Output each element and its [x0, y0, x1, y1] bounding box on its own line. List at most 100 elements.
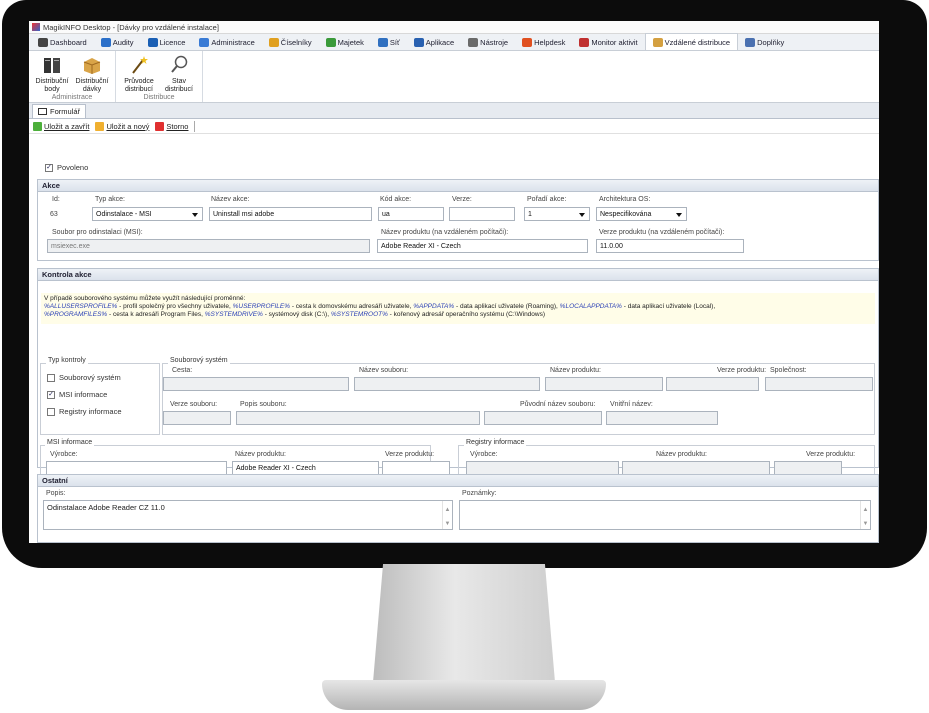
cancel-button[interactable]: Storno [155, 121, 189, 131]
tab-6[interactable]: Síť [371, 35, 407, 50]
check-registry-checkbox[interactable]: Registry informace [47, 407, 122, 416]
distribution-points-button[interactable]: Distribuční body [32, 53, 72, 94]
poznamky-scrollbar[interactable]: ▲ ▼ [860, 501, 870, 529]
check-filesystem-label: Souborový systém [59, 373, 121, 382]
checkbox-box: ✓ [47, 390, 55, 399]
msi-file-input[interactable]: msiexec.exe [47, 239, 370, 253]
section-akce-header: Akce [38, 180, 878, 192]
tab-label: Vzdálené distribuce [664, 37, 731, 47]
tab-9[interactable]: Helpdesk [515, 35, 572, 50]
action-type-select[interactable]: Odinstalace - MSI [92, 207, 203, 221]
tab-formular[interactable]: Formulář [32, 104, 87, 118]
note-line-1: V případě souborového systému můžete vyu… [44, 295, 246, 302]
cancel-label: Storno [166, 121, 189, 131]
version-input[interactable] [449, 207, 515, 221]
tab-8[interactable]: Nástroje [461, 35, 515, 50]
fs-product-label: Název produktu: [550, 367, 601, 374]
tab-7[interactable]: Aplikace [407, 35, 461, 50]
tab-11[interactable]: Vzdálené distribuce [644, 33, 739, 50]
poznamky-textarea[interactable]: ▲ ▼ [459, 500, 871, 530]
ribbon-group-label: Administrace [51, 94, 93, 101]
doc-tab-label: Formulář [50, 107, 81, 116]
check-msi-checkbox[interactable]: ✓ MSI informace [47, 390, 107, 399]
save-close-label: Uložit a zavřít [44, 121, 90, 131]
fs-prod-ver-label: Verze produktu: [717, 367, 767, 374]
distribution-batches-button[interactable]: Distribuční dávky [72, 53, 112, 94]
note-line-3: %PROGRAMFILES% - cesta k adresáři Progra… [44, 311, 872, 319]
app-logo-icon [32, 23, 40, 31]
form-icon [38, 108, 47, 115]
msi-product-input[interactable]: Adobe Reader XI - Czech [232, 461, 379, 475]
fs-file-ver-input[interactable] [163, 411, 231, 425]
document-tabs: Formulář [29, 103, 879, 119]
distribution-wizard-button[interactable]: Průvodce distribucí [119, 53, 159, 94]
fs-product-input[interactable] [545, 377, 663, 391]
note-text: - profil společný pro všechny uživatele, [117, 302, 233, 310]
msi-prod-ver-label: Verze produktu: [385, 451, 435, 458]
fs-prod-ver-input[interactable] [666, 377, 759, 391]
check-type-title: Typ kontroly [46, 357, 88, 364]
fs-file-input[interactable] [354, 377, 540, 391]
tab-2[interactable]: Licence [141, 35, 193, 50]
form-toolbar: Uložit a zavřít Uložit a nový Storno [29, 119, 879, 134]
window-title: MagikINFO Desktop - [Dávky pro vzdálené … [43, 22, 219, 32]
fs-internal-label: Vnitřní název: [610, 401, 653, 408]
note-var: %SYSTEMDRIVE% [204, 310, 263, 318]
reg-vendor-input[interactable] [466, 461, 619, 475]
check-filesystem-checkbox[interactable]: Souborový systém [47, 373, 121, 382]
reg-product-input[interactable] [622, 461, 770, 475]
fs-file-label: Název souboru: [359, 367, 409, 374]
type-label: Typ akce: [95, 196, 125, 203]
version-label: Verze: [452, 196, 472, 203]
msi-prod-ver-input[interactable] [382, 461, 450, 475]
tab-0[interactable]: Dashboard [31, 35, 94, 50]
note-text: - systémový disk (C:\), [262, 310, 331, 318]
product-name-label: Název produktu (na vzdáleném počítači): [381, 229, 509, 236]
distribution-status-label: Stav distribucí [164, 78, 193, 93]
tab-10[interactable]: Monitor aktivit [572, 35, 644, 50]
save-new-label: Uložit a nový [106, 121, 150, 131]
fs-desc-input[interactable] [236, 411, 480, 425]
action-code-input[interactable]: ua [378, 207, 444, 221]
toolbar-divider [194, 120, 196, 132]
save-new-button[interactable]: Uložit a nový [95, 121, 150, 131]
fs-company-input[interactable] [765, 377, 873, 391]
ribbon-group-administrace: Distribuční body Distribuční dávky Admin… [29, 51, 116, 102]
note-var: %USERPROFILE% [232, 302, 291, 310]
save-close-button[interactable]: Uložit a zavřít [33, 121, 90, 131]
monitor-stand-neck [372, 564, 556, 694]
distribution-status-button[interactable]: Stav distribucí [159, 53, 199, 94]
product-name-input[interactable]: Adobe Reader XI - Czech [377, 239, 588, 253]
order-select[interactable]: 1 [524, 207, 590, 221]
popis-scrollbar[interactable]: ▲ ▼ [442, 501, 452, 529]
fs-path-input[interactable] [163, 377, 349, 391]
tab-label: Nástroje [480, 38, 509, 47]
filesystem-title: Souborový systém [168, 357, 230, 364]
action-name-label: Název akce: [211, 196, 250, 203]
popis-label: Popis: [46, 490, 66, 497]
tab-icon [413, 38, 424, 47]
tab-icon [199, 38, 210, 47]
tab-4[interactable]: Číselníky [262, 35, 319, 50]
tab-5[interactable]: Majetek [319, 35, 371, 50]
os-arch-select[interactable]: Nespecifikována [596, 207, 687, 221]
tab-label: Audity [112, 38, 134, 47]
tab-12[interactable]: Doplňky [738, 35, 791, 50]
section-ostatni-header: Ostatní [38, 475, 878, 487]
msi-vendor-input[interactable] [46, 461, 227, 475]
fs-orig-input[interactable] [484, 411, 602, 425]
tab-label: Doplňky [757, 38, 785, 47]
tab-icon [147, 38, 158, 47]
fs-desc-label: Popis souboru: [240, 401, 287, 408]
ribbon-group-distribuce: Průvodce distribucí Stav distribucí Dist… [116, 51, 203, 102]
product-version-input[interactable]: 11.0.00 [596, 239, 744, 253]
tab-1[interactable]: Audity [94, 35, 141, 50]
fs-internal-input[interactable] [606, 411, 718, 425]
tab-label: Dashboard [50, 38, 87, 47]
reg-prod-ver-input[interactable] [774, 461, 842, 475]
distribution-wizard-label: Průvodce distribucí [124, 78, 154, 93]
action-name-input[interactable]: Uninstall msi adobe [209, 207, 372, 221]
popis-textarea[interactable]: Odinstalace Adobe Reader CZ 11.0 ▲ ▼ [43, 500, 453, 530]
enabled-checkbox[interactable]: ✓ Povoleno [45, 163, 88, 172]
tab-3[interactable]: Administrace [192, 35, 261, 50]
